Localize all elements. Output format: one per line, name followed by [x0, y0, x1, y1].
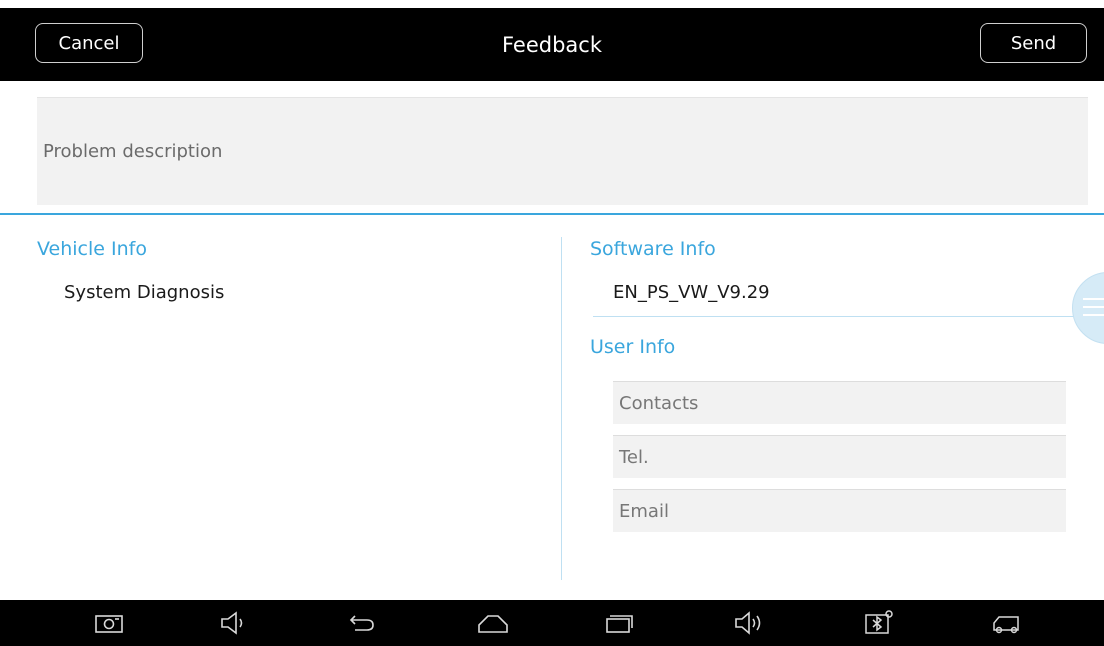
system-navigation-bar [0, 600, 1104, 646]
volume-up-icon[interactable] [733, 608, 765, 638]
problem-description-input[interactable]: Problem description [37, 97, 1088, 205]
bluetooth-settings-icon[interactable] [862, 608, 894, 638]
column-divider [561, 237, 562, 580]
section-divider [0, 213, 1104, 215]
software-info-divider [593, 316, 1104, 317]
tel-field[interactable]: Tel. [613, 435, 1066, 478]
send-button[interactable]: Send [980, 23, 1087, 63]
title-bar: Feedback Cancel Send [0, 8, 1104, 81]
vehicle-info-heading: Vehicle Info [37, 238, 147, 260]
vehicle-info-value: System Diagnosis [64, 282, 225, 303]
software-info-value: EN_PS_VW_V9.29 [613, 282, 770, 303]
software-info-heading: Software Info [590, 238, 716, 260]
screenshot-icon[interactable] [93, 608, 125, 638]
home-icon[interactable] [477, 608, 509, 638]
vehicle-icon[interactable] [990, 608, 1022, 638]
email-field[interactable]: Email [613, 489, 1066, 532]
side-drawer-handle[interactable] [1072, 272, 1104, 344]
page-title: Feedback [501, 32, 602, 57]
cancel-button[interactable]: Cancel [35, 23, 143, 63]
back-icon[interactable] [345, 608, 377, 638]
contacts-field[interactable]: Contacts [613, 381, 1066, 424]
recent-apps-icon[interactable] [603, 608, 635, 638]
user-info-heading: User Info [590, 336, 676, 358]
volume-down-icon[interactable] [218, 608, 250, 638]
